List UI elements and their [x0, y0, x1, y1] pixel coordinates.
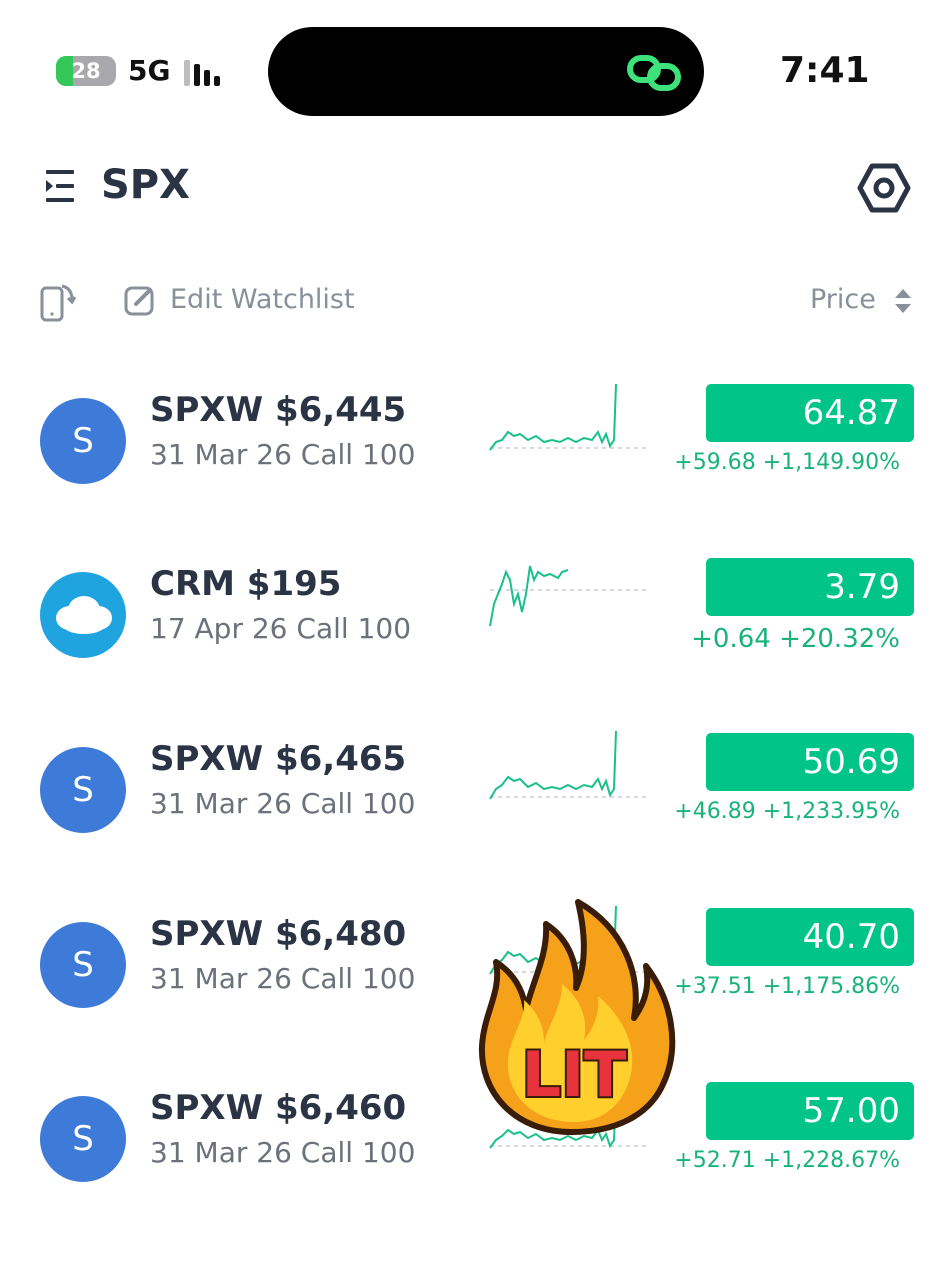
edit-watchlist-button[interactable]: Edit Watchlist — [170, 284, 355, 315]
contract-subtitle: 17 Apr 26 Call 100 — [150, 612, 412, 645]
contract-title: SPXW $6,480 — [150, 914, 407, 954]
contract-title: SPXW $6,465 — [150, 739, 407, 779]
list-item[interactable]: CRM $195 17 Apr 26 Call 100 3.79 +0.64 +… — [0, 558, 952, 748]
clock: 7:41 — [780, 50, 870, 91]
contract-subtitle: 31 Mar 26 Call 100 — [150, 787, 416, 820]
dynamic-island — [268, 27, 704, 116]
link-icon — [627, 55, 681, 91]
page-title: SPX — [101, 162, 190, 208]
sort-price-button[interactable]: Price — [810, 284, 876, 315]
settings-icon[interactable] — [856, 160, 912, 216]
battery-level: 28 — [71, 59, 101, 83]
price-badge[interactable]: 50.69 — [706, 733, 914, 791]
price-change: +37.51 +1,175.86% — [674, 974, 900, 999]
phone-rotate-icon[interactable] — [40, 282, 76, 322]
edit-icon[interactable] — [124, 284, 156, 316]
menu-collapse-icon[interactable] — [46, 168, 76, 204]
price-badge[interactable]: 57.00 — [706, 1082, 914, 1140]
salesforce-logo — [40, 572, 126, 658]
price-change: +59.68 +1,149.90% — [674, 450, 900, 475]
status-bar: 28 5G 7:41 — [0, 0, 952, 130]
price-badge[interactable]: 40.70 — [706, 908, 914, 966]
avatar: S — [40, 398, 126, 484]
contract-subtitle: 31 Mar 26 Call 100 — [150, 962, 416, 995]
fire-sticker: LIT — [478, 899, 676, 1135]
sparkline — [489, 383, 648, 451]
contract-subtitle: 31 Mar 26 Call 100 — [150, 438, 416, 471]
avatar: S — [40, 1096, 126, 1182]
sparkline — [489, 730, 648, 800]
sort-arrows-icon[interactable] — [892, 286, 914, 316]
contract-subtitle: 31 Mar 26 Call 100 — [150, 1136, 416, 1169]
network-type: 5G — [128, 54, 171, 87]
price-badge[interactable]: 3.79 — [706, 558, 914, 616]
contract-title: CRM $195 — [150, 564, 342, 604]
sticker-text: LIT — [522, 1038, 627, 1111]
price-change: +52.71 +1,228.67% — [674, 1148, 900, 1173]
signal-bars-icon — [184, 58, 228, 86]
contract-title: SPXW $6,445 — [150, 390, 407, 430]
battery-indicator: 28 — [56, 56, 116, 86]
cloud-icon — [56, 596, 112, 634]
price-badge[interactable]: 64.87 — [706, 384, 914, 442]
sparkline — [489, 565, 648, 627]
list-item[interactable]: S SPXW $6,445 31 Mar 26 Call 100 64.87 +… — [0, 383, 952, 574]
avatar: S — [40, 747, 126, 833]
price-change: +0.64 +20.32% — [691, 624, 900, 654]
avatar: S — [40, 922, 126, 1008]
contract-title: SPXW $6,460 — [150, 1088, 407, 1128]
price-change: +46.89 +1,233.95% — [674, 799, 900, 824]
